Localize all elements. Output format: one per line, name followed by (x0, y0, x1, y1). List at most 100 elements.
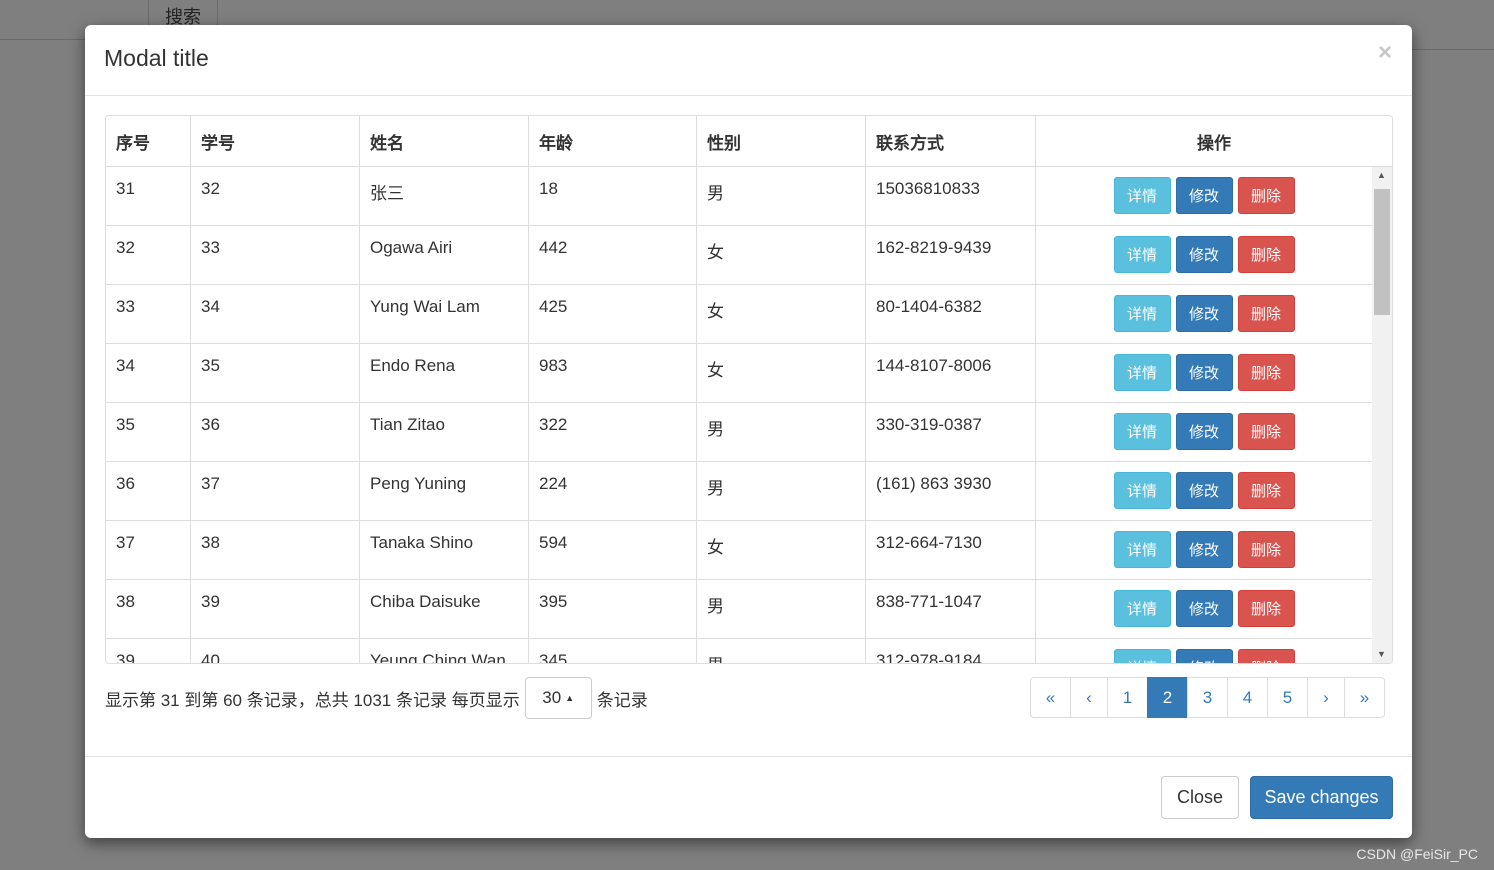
close-icon[interactable]: × (1378, 39, 1392, 67)
edit-button[interactable]: 修改 (1175, 413, 1233, 450)
table-cell: 312-664-7130 (866, 521, 1036, 579)
table-cell: 38 (191, 521, 360, 579)
table-cell: Ogawa Airi (360, 226, 529, 284)
table-cell: 32 (106, 226, 191, 284)
table-cell: 38 (106, 580, 191, 638)
page-link[interactable]: ‹ (1070, 677, 1108, 718)
detail-button[interactable]: 详情 (1113, 295, 1171, 332)
close-button[interactable]: Close (1161, 776, 1239, 819)
table-cell: Tanaka Shino (360, 521, 529, 579)
page-link[interactable]: » (1344, 677, 1385, 718)
edit-button[interactable]: 修改 (1175, 649, 1233, 663)
column-header: 学号 (191, 116, 360, 166)
table-cell: 张三 (360, 167, 529, 225)
actions-cell: 详情修改删除 (1036, 639, 1372, 663)
page-link[interactable]: 1 (1107, 677, 1148, 718)
table-cell: 312-978-9184 (866, 639, 1036, 663)
table-cell: Tian Zitao (360, 403, 529, 461)
column-header: 年龄 (529, 116, 697, 166)
table-cell: Yeung Ching Wan (360, 639, 529, 663)
table-cell: 594 (529, 521, 697, 579)
delete-button[interactable]: 删除 (1237, 413, 1295, 450)
table-cell: 男 (697, 462, 866, 520)
delete-button[interactable]: 删除 (1237, 354, 1295, 391)
column-header: 序号 (106, 116, 191, 166)
edit-button[interactable]: 修改 (1175, 236, 1233, 273)
table-cell: (161) 863 3930 (866, 462, 1036, 520)
edit-button[interactable]: 修改 (1175, 177, 1233, 214)
table-cell: 男 (697, 639, 866, 663)
edit-button[interactable]: 修改 (1175, 531, 1233, 568)
page-link[interactable]: « (1030, 677, 1071, 718)
actions-cell: 详情修改删除 (1036, 226, 1372, 284)
scrollbar[interactable]: ▲ ▼ (1372, 167, 1392, 663)
table-cell: 37 (191, 462, 360, 520)
table-cell: 442 (529, 226, 697, 284)
watermark: CSDN @FeiSir_PC (1356, 846, 1478, 862)
delete-button[interactable]: 删除 (1237, 590, 1295, 627)
save-changes-button[interactable]: Save changes (1250, 776, 1393, 819)
table-cell: Yung Wai Lam (360, 285, 529, 343)
scroll-up-icon[interactable]: ▲ (1377, 170, 1386, 180)
page-size-select[interactable]: 30 ▲ (524, 677, 592, 719)
edit-button[interactable]: 修改 (1175, 472, 1233, 509)
pagination-info: 显示第 31 到第 60 条记录，总共 1031 条记录 每页显示 30 ▲ 条记… (105, 677, 648, 719)
table-cell: 838-771-1047 (866, 580, 1036, 638)
pagination: «‹ 1 2 3 4 5 ›» (1030, 677, 1385, 718)
delete-button[interactable]: 删除 (1237, 177, 1295, 214)
page-link[interactable]: 2 (1147, 677, 1188, 718)
table-cell: 男 (697, 580, 866, 638)
edit-button[interactable]: 修改 (1175, 295, 1233, 332)
detail-button[interactable]: 详情 (1113, 649, 1171, 663)
actions-cell: 详情修改删除 (1036, 403, 1372, 461)
table-row: 32 33 Ogawa Airi 442 女 162-8219-9439 详情 修改 删除 (106, 226, 1372, 285)
column-header: 联系方式 (866, 116, 1036, 166)
page-link[interactable]: 4 (1227, 677, 1268, 718)
table-cell: 34 (106, 344, 191, 402)
table-cell: 33 (106, 285, 191, 343)
table-cell: 32 (191, 167, 360, 225)
table-cell: 35 (106, 403, 191, 461)
table-cell: 345 (529, 639, 697, 663)
table-cell: 37 (106, 521, 191, 579)
table-cell: 女 (697, 344, 866, 402)
table-cell: 162-8219-9439 (866, 226, 1036, 284)
detail-button[interactable]: 详情 (1113, 413, 1171, 450)
background-divider (0, 39, 85, 40)
page-link[interactable]: › (1307, 677, 1345, 718)
scrollbar-thumb[interactable] (1374, 189, 1390, 315)
edit-button[interactable]: 修改 (1175, 590, 1233, 627)
table-cell: 男 (697, 167, 866, 225)
table-cell: 80-1404-6382 (866, 285, 1036, 343)
table-cell: 36 (106, 462, 191, 520)
column-header: 姓名 (360, 116, 529, 166)
detail-button[interactable]: 详情 (1113, 472, 1171, 509)
edit-button[interactable]: 修改 (1175, 354, 1233, 391)
delete-button[interactable]: 删除 (1237, 531, 1295, 568)
table-cell: 330-319-0387 (866, 403, 1036, 461)
detail-button[interactable]: 详情 (1113, 590, 1171, 627)
page-link[interactable]: 5 (1267, 677, 1308, 718)
table-cell: 39 (191, 580, 360, 638)
background-search-button: 搜索 (148, 0, 218, 27)
table-row: 36 37 Peng Yuning 224 男 (161) 863 3930 详情 修改 删除 (106, 462, 1372, 521)
detail-button[interactable]: 详情 (1113, 236, 1171, 273)
modal-header: Modal title × (85, 25, 1412, 96)
table-cell: 15036810833 (866, 167, 1036, 225)
table-cell: 男 (697, 403, 866, 461)
page-link[interactable]: 3 (1187, 677, 1228, 718)
detail-button[interactable]: 详情 (1113, 531, 1171, 568)
delete-button[interactable]: 删除 (1237, 472, 1295, 509)
detail-button[interactable]: 详情 (1113, 354, 1171, 391)
delete-button[interactable]: 删除 (1237, 236, 1295, 273)
table-cell: 33 (191, 226, 360, 284)
table-cell: 34 (191, 285, 360, 343)
table-cell: 35 (191, 344, 360, 402)
scroll-down-icon[interactable]: ▼ (1377, 649, 1386, 659)
table-row: 37 38 Tanaka Shino 594 女 312-664-7130 详情 修改 删除 (106, 521, 1372, 580)
delete-button[interactable]: 删除 (1237, 649, 1295, 663)
table-cell: 39 (106, 639, 191, 663)
detail-button[interactable]: 详情 (1113, 177, 1171, 214)
table-row: 38 39 Chiba Daisuke 395 男 838-771-1047 详情 修改 删除 (106, 580, 1372, 639)
delete-button[interactable]: 删除 (1237, 295, 1295, 332)
